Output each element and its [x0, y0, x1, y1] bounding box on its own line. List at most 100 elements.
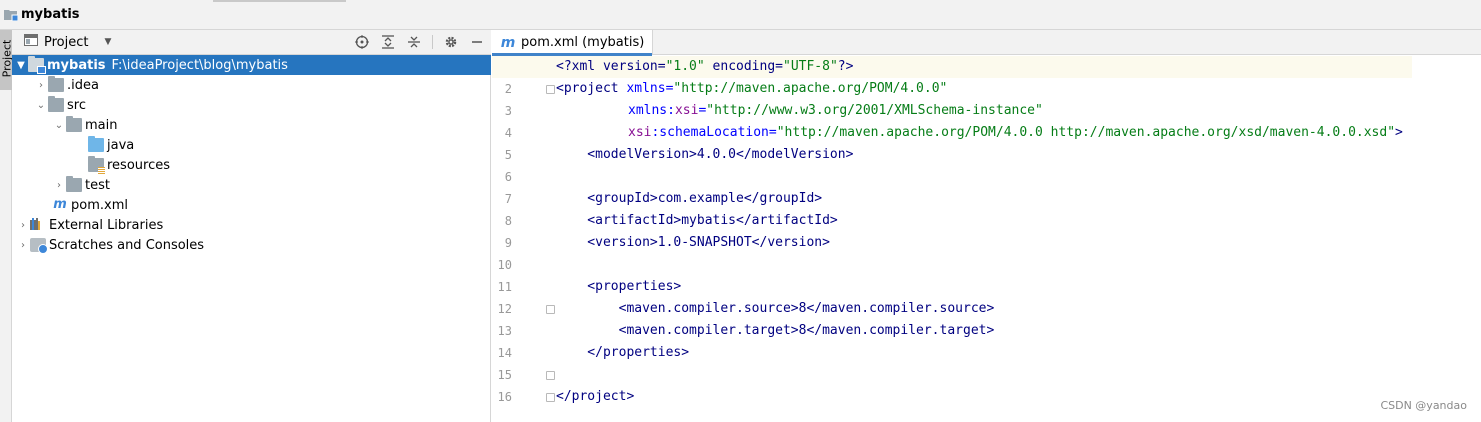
code-token: :schemaLocation=	[651, 125, 777, 140]
editor-panel: m pom.xml (mybatis) 1 2 3 4 5 6 7 8 9 10…	[492, 30, 1481, 422]
line-number: 7	[504, 192, 512, 206]
code-token: <project	[556, 81, 627, 96]
code-token: <?xml version=	[556, 59, 666, 74]
chevron-right-icon[interactable]: ›	[52, 175, 66, 195]
code-token: "UTF-8"	[783, 59, 838, 74]
fold-marker-icon[interactable]	[546, 305, 555, 314]
chevron-down-icon[interactable]: ▼	[14, 55, 28, 75]
folder-icon	[48, 76, 64, 92]
code-token: "http://www.w3.org/2001/XMLSchema-instan…	[706, 103, 1043, 118]
code-line[interactable]: <project xmlns="http://maven.apache.org/…	[556, 78, 947, 100]
tree-item-scratches[interactable]: › Scratches and Consoles	[12, 235, 491, 255]
code-line[interactable]: <groupId>com.example</groupId>	[556, 188, 822, 210]
line-number: 8	[504, 214, 512, 228]
code-token: "http://maven.apache.org/POM/4.0.0 http:…	[776, 125, 1396, 140]
project-view-selector[interactable]: Project ▼	[24, 34, 111, 50]
code-line[interactable]: <?xml version="1.0" encoding="UTF-8"?>	[492, 56, 1412, 78]
line-number: 10	[497, 258, 512, 272]
breadcrumb[interactable]: mybatis	[4, 7, 80, 22]
tree-item-label: .idea	[67, 77, 99, 93]
tree-item-pom[interactable]: m pom.xml	[12, 195, 491, 215]
tree-item-label: pom.xml	[71, 197, 128, 213]
code-area[interactable]: <?xml version="1.0" encoding="UTF-8"?> <…	[492, 56, 1476, 422]
line-number: 14	[497, 346, 512, 360]
project-panel-header: Project ▼	[12, 30, 491, 55]
code-line[interactable]: </properties>	[556, 342, 689, 364]
folder-icon	[48, 96, 64, 112]
fold-marker-icon[interactable]	[546, 371, 555, 380]
code-token: xsi	[674, 103, 699, 118]
code-line[interactable]: <properties>	[556, 276, 681, 298]
line-number: 11	[497, 280, 512, 294]
tree-item-mybatis[interactable]: ▼ mybatis F:\ideaProject\blog\mybatis	[12, 55, 491, 75]
code-token: "http://maven.apache.org/POM/4.0.0"	[673, 81, 948, 96]
tree-item-java[interactable]: java	[12, 135, 491, 155]
navigation-bar: mybatis	[0, 0, 1481, 30]
code-line[interactable]: <version>1.0-SNAPSHOT</version>	[556, 232, 830, 254]
code-line[interactable]: <maven.compiler.source>8</maven.compiler…	[556, 298, 995, 320]
tree-item-external-libraries[interactable]: › External Libraries	[12, 215, 491, 235]
module-folder-icon	[28, 56, 46, 74]
tree-item-label: src	[67, 97, 86, 113]
collapse-all-icon[interactable]	[406, 33, 422, 51]
tab-label: pom.xml (mybatis)	[521, 35, 645, 50]
fold-marker-icon[interactable]	[546, 85, 555, 94]
line-number: 12	[497, 302, 512, 316]
code-token: ?>	[837, 59, 854, 74]
tab-pom-xml[interactable]: m pom.xml (mybatis)	[492, 30, 654, 56]
tree-item-src[interactable]: ⌄ src	[12, 95, 491, 115]
module-folder-icon	[4, 9, 19, 21]
tree-item-test[interactable]: › test	[12, 175, 491, 195]
source-folder-icon	[88, 136, 104, 152]
line-number: 9	[504, 236, 512, 250]
watermark: CSDN @yandao	[1380, 399, 1467, 412]
tree-item-resources[interactable]: resources	[12, 155, 491, 175]
line-number-gutter: 1 2 3 4 5 6 7 8 9 10 11 12 13 14 15 16	[492, 56, 555, 422]
code-line[interactable]: xmlns:xsi="http://www.w3.org/2001/XMLSch…	[556, 100, 1043, 122]
folder-icon	[66, 176, 82, 192]
expand-all-icon[interactable]	[380, 33, 396, 51]
code-token: >	[1395, 125, 1403, 140]
code-line[interactable]: </project>	[556, 386, 634, 408]
chevron-down-icon[interactable]: ⌄	[34, 95, 48, 115]
maven-icon: m	[53, 197, 67, 212]
tool-window-stripe: Project	[0, 30, 14, 422]
breadcrumb-label[interactable]: mybatis	[21, 7, 80, 22]
project-panel: Project ▼ ▼ mybatis F:\ideaProject\blog\…	[12, 30, 491, 422]
locate-icon[interactable]	[354, 33, 370, 51]
line-number: 16	[497, 390, 512, 404]
code-token: encoding=	[704, 59, 783, 74]
tree-item-label: main	[85, 117, 118, 133]
scratches-icon	[30, 238, 48, 254]
tree-item-main[interactable]: ⌄ main	[12, 115, 491, 135]
gear-icon[interactable]	[443, 33, 459, 51]
code-token: "1.0"	[665, 59, 705, 74]
code-token: xsi	[628, 125, 652, 140]
tree-item-label: mybatis	[47, 57, 106, 73]
code-token: xmlns:	[628, 103, 675, 118]
line-number: 2	[504, 82, 512, 96]
tree-item-path: F:\ideaProject\blog\mybatis	[111, 57, 288, 73]
chevron-down-icon[interactable]: ⌄	[52, 115, 66, 135]
fold-marker-icon[interactable]	[546, 393, 555, 402]
toolbar-divider	[213, 0, 346, 2]
code-line[interactable]: <artifactId>mybatis</artifactId>	[556, 210, 837, 232]
chevron-right-icon[interactable]: ›	[16, 235, 30, 255]
folder-icon	[66, 116, 82, 132]
chevron-right-icon[interactable]: ›	[34, 75, 48, 95]
tree-item-label: test	[85, 177, 110, 193]
resources-folder-icon	[88, 156, 105, 174]
code-line[interactable]: <modelVersion>4.0.0</modelVersion>	[556, 144, 853, 166]
editor-tabs: m pom.xml (mybatis)	[492, 30, 1481, 56]
code-line[interactable]: xsi:schemaLocation="http://maven.apache.…	[556, 122, 1403, 144]
tree-item-label: java	[107, 137, 135, 153]
line-number: 13	[497, 324, 512, 338]
line-number: 4	[504, 126, 512, 140]
tree-item-idea[interactable]: › .idea	[12, 75, 491, 95]
project-tool-tab[interactable]: Project	[0, 30, 14, 90]
toolbar-separator	[432, 35, 433, 49]
chevron-right-icon[interactable]: ›	[16, 215, 30, 235]
code-line[interactable]: <maven.compiler.target>8</maven.compiler…	[556, 320, 995, 342]
hide-icon[interactable]	[469, 33, 485, 51]
line-number: 15	[497, 368, 512, 382]
